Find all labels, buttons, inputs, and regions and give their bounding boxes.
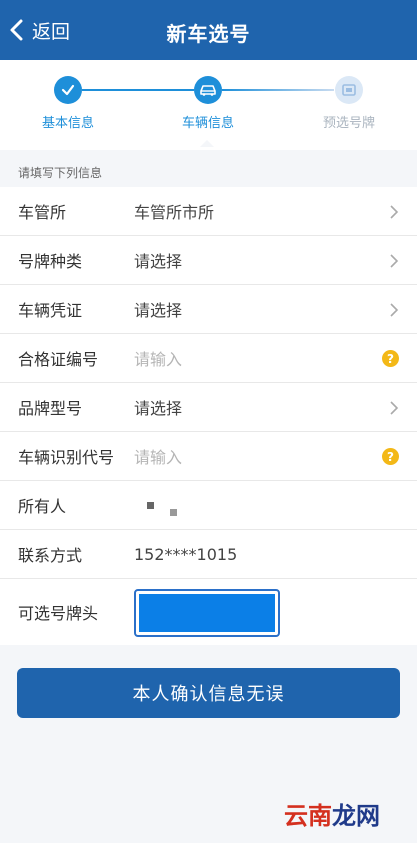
chevron-right-icon [390,303,399,317]
form-hint: 请填写下列信息 [18,166,103,180]
row-vehicle-certificate[interactable]: 车辆凭证 请选择 [0,285,417,334]
top-bar: 返回 新车选号 [0,0,417,60]
row-vehicle-office[interactable]: 车管所 车管所市所 [0,187,417,236]
watermark-part2: 南 [308,801,332,830]
step-basic-info-icon [54,76,82,104]
watermark-part1: 云 [284,801,308,830]
vehicle-form: 车管所 车管所市所 号牌种类 请选择 车辆凭证 请选择 合格证编号 请输入 ? … [0,187,417,645]
row-label: 号牌种类 [18,252,83,271]
row-label: 可选号牌头 [18,604,99,623]
row-contact: 联系方式 152****1015 [0,530,417,579]
row-value: 请选择 [134,399,183,418]
confirm-button[interactable]: 本人确认信息无误 [17,668,400,718]
step-line-2 [222,89,334,91]
step-label-plate: 预选号牌 [322,116,375,131]
chevron-right-icon [390,205,399,219]
step-caret [200,140,214,147]
chevron-right-icon [390,401,399,415]
row-value: 请选择 [134,252,183,271]
row-certificate-number[interactable]: 合格证编号 请输入 ? [0,334,417,383]
watermark-part3: 龙网 [332,801,380,830]
step-progress: 基本信息 车辆信息 预选号牌 [0,60,417,150]
step-vehicle-info-icon [194,76,222,104]
certificate-number-input[interactable]: 请输入 [134,346,182,370]
row-label: 车辆凭证 [18,301,83,320]
step-plate-icon [335,76,363,104]
row-label: 车辆识别代号 [18,448,115,467]
row-label: 车管所 [18,203,67,222]
redacted-mark [170,509,177,516]
step-line-1 [82,89,194,91]
chevron-right-icon [390,254,399,268]
row-label: 所有人 [18,497,67,516]
row-label: 合格证编号 [18,350,99,369]
row-owner: 所有人 [0,481,417,530]
row-label: 品牌型号 [18,399,83,418]
plate-prefix-fill [139,594,275,632]
help-icon[interactable]: ? [382,448,399,465]
row-value: 请选择 [134,301,183,320]
row-plate-type[interactable]: 号牌种类 请选择 [0,236,417,285]
row-label: 联系方式 [18,546,83,565]
row-value: 车管所市所 [134,203,215,222]
contact-value: 152****1015 [134,544,238,564]
step-label-vehicle-info[interactable]: 车辆信息 [158,112,258,131]
row-vin[interactable]: 车辆识别代号 请输入 ? [0,432,417,481]
help-icon[interactable]: ? [382,350,399,367]
watermark-logo: 云南龙网 [284,796,380,831]
row-brand-model[interactable]: 品牌型号 请选择 [0,383,417,432]
page-title: 新车选号 [166,22,251,46]
row-plate-prefix[interactable]: 可选号牌头 [0,579,417,645]
step-label-basic-info[interactable]: 基本信息 [18,112,118,131]
redacted-mark [147,502,154,509]
plate-prefix-selector[interactable] [134,589,280,637]
vin-input[interactable]: 请输入 [134,444,182,468]
